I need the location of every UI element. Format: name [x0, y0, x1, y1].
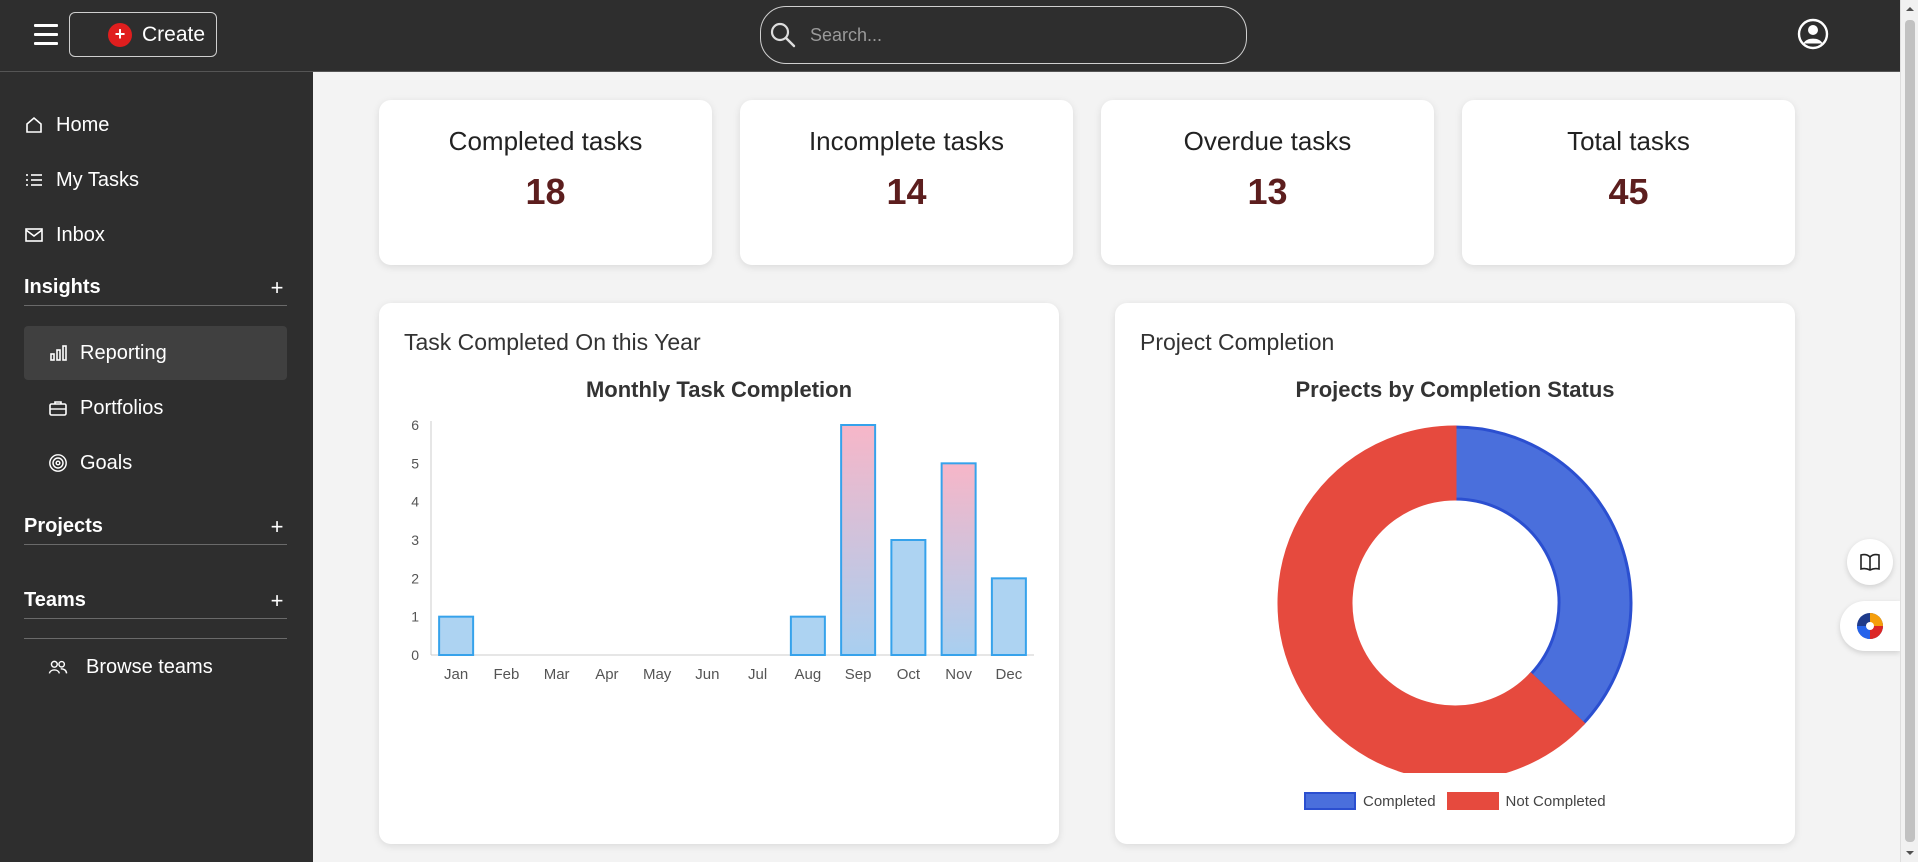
sidebar-item-browse-teams[interactable]: Browse teams [24, 640, 287, 694]
stat-label: Total tasks [1567, 126, 1690, 156]
sidebar-item-label: Reporting [80, 341, 167, 364]
chart-icon [48, 343, 68, 363]
x-tick-label: May [643, 666, 672, 683]
create-button[interactable]: + Create [69, 12, 217, 57]
chart-title: Projects by Completion Status [1295, 377, 1614, 402]
sidebar-item-label: My Tasks [56, 168, 139, 191]
stat-value: 18 [525, 171, 566, 212]
stat-value: 14 [886, 171, 927, 212]
panel-title: Task Completed On this Year [404, 329, 701, 355]
scroll-up-icon[interactable] [1905, 4, 1915, 14]
main-content: Completed tasks 18 Incomplete tasks 14 O… [313, 72, 1900, 862]
stat-value: 45 [1608, 171, 1649, 212]
y-tick-label: 5 [411, 455, 419, 471]
project-completion-panel: Project Completion Projects by Completio… [1115, 303, 1795, 844]
panel-title: Project Completion [1140, 329, 1335, 355]
teams-section-header: Teams + [24, 583, 287, 619]
sidebar: Home My Tasks Inbox Insights + Reporting… [0, 72, 313, 862]
x-tick-label: Aug [795, 666, 822, 683]
legend-label: Completed [1363, 792, 1436, 810]
stat-card-incomplete: Incomplete tasks 14 [740, 100, 1073, 265]
stat-card-overdue: Overdue tasks 13 [1101, 100, 1434, 265]
stat-label: Overdue tasks [1183, 126, 1352, 156]
y-tick-label: 2 [411, 570, 419, 586]
x-tick-label: Jan [444, 666, 468, 683]
briefcase-icon [48, 398, 68, 418]
task-completion-panel: Task Completed On this Year Monthly Task… [379, 303, 1059, 844]
sidebar-item-label: Home [56, 113, 110, 136]
users-icon [48, 657, 68, 677]
x-tick-label: Oct [897, 666, 921, 683]
x-tick-label: Jun [695, 666, 719, 683]
sidebar-item-label: Goals [80, 451, 133, 474]
stat-label: Incomplete tasks [808, 126, 1005, 156]
search-icon [770, 22, 796, 48]
top-bar: + Create [0, 0, 1918, 72]
y-tick-label: 4 [411, 494, 419, 510]
sidebar-item-label: Browse teams [86, 655, 213, 678]
insights-section-header: Insights + [24, 270, 287, 306]
bar [438, 615, 475, 657]
y-tick-label: 3 [411, 532, 419, 548]
section-title: Projects [24, 515, 103, 537]
x-tick-label: Nov [945, 666, 972, 683]
create-label: Create [142, 22, 206, 46]
book-icon[interactable] [1847, 539, 1893, 585]
legend-label: Not Completed [1505, 792, 1606, 810]
scroll-down-icon[interactable] [1905, 848, 1915, 858]
sidebar-item-label: Portfolios [80, 396, 164, 419]
y-tick-label: 0 [411, 647, 419, 663]
target-icon [48, 453, 68, 473]
stat-card-completed: Completed tasks 18 [379, 100, 712, 265]
stat-card-total: Total tasks 45 [1462, 100, 1795, 265]
add-insight-button[interactable]: + [267, 275, 287, 301]
divider [24, 638, 287, 639]
list-icon [24, 170, 44, 190]
y-tick-label: 6 [411, 417, 419, 433]
section-title: Insights [24, 276, 101, 298]
search-input[interactable] [810, 24, 1210, 46]
scroll-thumb[interactable] [1905, 20, 1915, 842]
x-tick-label: Jul [748, 666, 767, 683]
stat-label: Completed tasks [448, 126, 643, 156]
x-tick-label: Feb [493, 666, 519, 683]
bar [990, 577, 1027, 656]
x-tick-label: Sep [845, 666, 872, 683]
mail-icon [24, 225, 44, 245]
account-icon[interactable] [1797, 18, 1829, 50]
home-icon [24, 115, 44, 135]
sidebar-item-label: Inbox [56, 223, 105, 246]
x-tick-label: Apr [595, 666, 618, 683]
menu-icon[interactable] [34, 24, 58, 46]
chart-title: Monthly Task Completion [586, 377, 852, 402]
extension-icon[interactable] [1840, 601, 1900, 651]
sidebar-item-portfolios[interactable]: Portfolios [24, 381, 287, 435]
sidebar-item-reporting[interactable]: Reporting [24, 326, 287, 380]
sidebar-item-my-tasks[interactable]: My Tasks [24, 153, 287, 207]
bar-chart: Monthly Task Completion 0 1 2 3 4 5 6 Jan Feb Mar… [411, 377, 1034, 683]
y-tick-label: 1 [411, 609, 419, 625]
plus-icon: + [108, 22, 132, 47]
legend-swatch-not-completed [1446, 792, 1499, 810]
bar [840, 424, 877, 656]
x-tick-label: Mar [544, 666, 570, 683]
projects-section-header: Projects + [24, 509, 287, 545]
x-tick-label: Dec [996, 666, 1023, 683]
bar [890, 539, 927, 656]
chart-legend: Completed Not Completed [1304, 792, 1606, 810]
bar [789, 615, 826, 657]
legend-swatch-completed [1304, 792, 1356, 810]
add-project-button[interactable]: + [267, 514, 287, 540]
sidebar-item-home[interactable]: Home [24, 98, 287, 152]
scrollbar[interactable] [1900, 0, 1918, 862]
bar [940, 462, 977, 657]
add-team-button[interactable]: + [267, 588, 287, 614]
stat-value: 13 [1247, 171, 1288, 212]
section-title: Teams [24, 589, 86, 611]
donut-slice-completed [1453, 425, 1633, 726]
donut-chart: Projects by Completion Status [1277, 377, 1633, 773]
sidebar-item-goals[interactable]: Goals [24, 436, 287, 490]
search-bar[interactable] [760, 6, 1247, 64]
sidebar-item-inbox[interactable]: Inbox [24, 208, 287, 262]
